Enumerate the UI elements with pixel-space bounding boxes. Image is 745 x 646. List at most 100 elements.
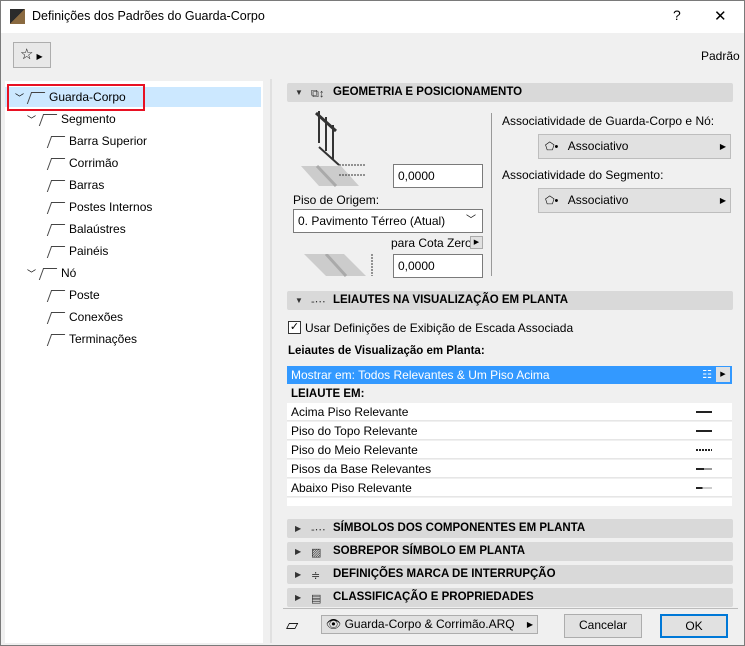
railing-part-icon — [46, 157, 66, 170]
tree-item[interactable]: Terminações — [5, 329, 261, 349]
layer-value: Guarda-Corpo & Corrimão.ARQ — [344, 617, 515, 631]
panel-splitter[interactable] — [270, 79, 272, 643]
layer-icon: ▱ — [286, 617, 299, 634]
tree-item[interactable]: Postes Internos — [5, 197, 261, 217]
zero-offset-input[interactable]: 0,0000 — [393, 254, 483, 278]
show-on-row[interactable]: Mostrar em: Todos Relevantes & Um Piso A… — [287, 366, 732, 384]
railing-part-icon — [46, 223, 66, 236]
assoc-node-value: Associativo — [567, 139, 629, 153]
layout-row[interactable]: Abaixo Piso Relevante — [287, 479, 732, 497]
arrow-right-icon: ▶ — [719, 142, 726, 151]
assoc-seg-button[interactable]: ⬠• Associativo ▶ — [538, 188, 731, 213]
section-header[interactable]: ▶ ▨ SOBREPOR SÍMBOLO EM PLANTA — [287, 542, 733, 561]
section-title: SOBREPOR SÍMBOLO EM PLANTA — [333, 545, 526, 557]
origin-story-select[interactable]: 0. Pavimento Térreo (Atual) ﹀ — [293, 209, 483, 233]
footer-separator — [283, 608, 738, 609]
expand-icon: ▶ — [295, 593, 302, 602]
tree-item-label: Balaústres — [69, 222, 126, 236]
layout-row[interactable]: Acima Piso Relevante — [287, 403, 732, 421]
section-header[interactable]: ▶ ▤ CLASSIFICAÇÃO E PROPRIEDADES — [287, 588, 733, 607]
section-title: CLASSIFICAÇÃO E PROPRIEDADES — [333, 591, 534, 603]
close-button[interactable]: ✕ — [714, 7, 727, 25]
zero-reference-button[interactable]: ▶ — [470, 236, 483, 249]
tree-item[interactable]: Balaústres — [5, 219, 261, 239]
section-icon: -⋯ — [311, 524, 326, 536]
tree-item[interactable]: ﹀ Segmento — [5, 109, 261, 129]
railing-part-icon — [46, 289, 66, 302]
railing-part-icon — [46, 201, 66, 214]
railing-part-icon — [46, 135, 66, 148]
geometry-icon: ⧉↕ — [311, 88, 325, 100]
layout-row-label: Piso do Meio Relevante — [291, 443, 418, 457]
layout-on-heading: LEIAUTE EM: — [291, 388, 365, 400]
title-bar: Definições dos Padrões do Guarda-Corpo ?… — [1, 1, 744, 33]
divider — [491, 113, 492, 276]
section-header[interactable]: ▶ -⋯ SÍMBOLOS DOS COMPONENTES EM PLANTA — [287, 519, 733, 538]
assoc-seg-label: Associatividade do Segmento: — [502, 168, 664, 182]
section-icon: ▨ — [311, 547, 322, 559]
layout-row-label: Acima Piso Relevante — [291, 405, 409, 419]
line-symbol-icon — [696, 449, 712, 451]
cancel-button[interactable]: Cancelar — [564, 614, 642, 638]
star-icon: ☆ — [20, 46, 34, 63]
section-layouts-header[interactable]: ▼ -⋯ LEIAUTES NA VISUALIZAÇÃO EM PLANTA — [287, 291, 733, 310]
layout-row-label: Pisos da Base Relevantes — [291, 462, 432, 476]
tree-item-label: Segmento — [61, 112, 116, 126]
height-input[interactable]: 0,0000 — [393, 164, 483, 188]
chevron-down-icon: ﹀ — [466, 215, 476, 226]
section-geometry-header[interactable]: ▼ ⧉↕ GEOMETRIA E POSICIONAMENTO — [287, 83, 733, 102]
layout-row-label: Piso do Topo Relevante — [291, 424, 418, 438]
assoc-node-button[interactable]: ⬠• Associativo ▶ — [538, 134, 731, 159]
tree-item-label: Barra Superior — [69, 134, 148, 148]
tree-item[interactable]: ﹀ Nó — [5, 263, 261, 283]
arrow-right-icon: ▶ — [526, 620, 533, 629]
tree-item-label: Conexões — [69, 310, 124, 324]
layer-select[interactable]: 👁 Guarda-Corpo & Corrimão.ARQ ▶ — [321, 615, 538, 634]
arrow-right-icon: ▶ — [719, 196, 726, 205]
show-on-value: Mostrar em: Todos Relevantes & Um Piso A… — [291, 368, 550, 382]
list-empty-row — [287, 498, 732, 506]
tree-item-label: Painéis — [69, 244, 109, 258]
line-symbol-icon — [696, 411, 712, 413]
arrow-right-icon: ▶ — [36, 52, 43, 61]
help-button[interactable]: ? — [673, 7, 681, 23]
tree-item[interactable]: ﹀ Guarda-Corpo — [5, 84, 261, 111]
section-header[interactable]: ▶ ≑ DEFINIÇÕES MARCA DE INTERRUPÇÃO — [287, 565, 733, 584]
chevron-down-icon[interactable]: ﹀ — [27, 110, 41, 130]
origin-label: Piso de Origem: — [293, 193, 380, 207]
tree-item[interactable]: Corrimão — [5, 153, 261, 173]
associative-icon: ⬠• — [545, 195, 559, 207]
railing-height-diagram — [301, 111, 366, 188]
use-stair-settings-label: Usar Definições de Exibição de Escada As… — [305, 321, 574, 335]
tree-item[interactable]: Conexões — [5, 307, 261, 327]
arrow-right-icon[interactable]: ▶ — [716, 367, 730, 382]
expand-icon: ▶ — [295, 524, 302, 533]
use-stair-settings-checkbox[interactable]: ✓ — [288, 321, 301, 334]
tree-item[interactable]: Barras — [5, 175, 261, 195]
ok-button[interactable]: OK — [660, 614, 728, 638]
railing-part-icon — [46, 311, 66, 324]
app-icon — [10, 9, 25, 24]
section-title: DEFINIÇÕES MARCA DE INTERRUPÇÃO — [333, 568, 556, 580]
expand-icon: ▶ — [295, 570, 302, 579]
layout-row-label: Abaixo Piso Relevante — [291, 481, 412, 495]
layouts-list-label: Leiautes de Visualização em Planta: — [288, 345, 485, 357]
layout-row[interactable]: Pisos da Base Relevantes — [287, 460, 732, 478]
favorites-button[interactable]: ☆ ▶ — [13, 42, 51, 68]
tree-item[interactable]: Barra Superior — [5, 131, 261, 151]
layout-row[interactable]: Piso do Meio Relevante — [287, 441, 732, 459]
chevron-down-icon[interactable]: ﹀ — [27, 264, 41, 284]
assoc-seg-value: Associativo — [567, 193, 629, 207]
line-symbol-icon — [696, 487, 712, 489]
tree-item[interactable]: Poste — [5, 285, 261, 305]
tree-item[interactable]: Painéis — [5, 241, 261, 261]
assoc-node-label: Associatividade de Guarda-Corpo e Nó: — [502, 114, 715, 128]
tree-item-label: Poste — [69, 288, 100, 302]
layout-row[interactable]: Piso do Topo Relevante — [287, 422, 732, 440]
dialog-window: Definições dos Padrões do Guarda-Corpo ?… — [0, 0, 745, 646]
tree-item-label: Terminações — [69, 332, 138, 346]
collapse-icon: ▼ — [295, 296, 303, 305]
railing-part-icon — [38, 267, 58, 280]
tree-item-label: Corrimão — [69, 156, 119, 170]
railing-part-icon — [46, 179, 66, 192]
